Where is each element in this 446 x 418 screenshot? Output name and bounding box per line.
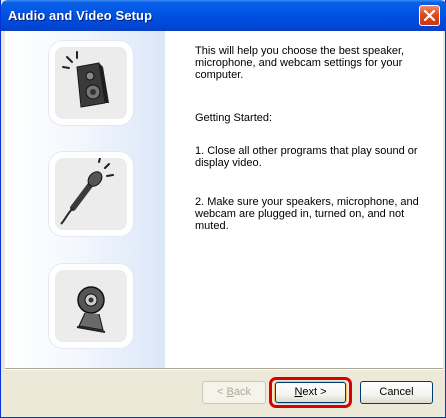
step-2-text: 2. Make sure your speakers, microphone, … [195, 196, 419, 232]
speaker-icon [62, 51, 109, 108]
title-bar[interactable]: Audio and Video Setup [1, 0, 446, 31]
back-button[interactable]: < Back [202, 381, 266, 404]
illustration-panel [5, 31, 165, 368]
step-1-text: 1. Close all other programs that play so… [195, 145, 418, 169]
close-icon [424, 10, 435, 21]
footer-divider [5, 368, 443, 370]
content-area: This will help you choose the best speak… [165, 31, 443, 368]
close-button[interactable] [419, 5, 440, 26]
setup-dialog: Audio and Video Setup This will help you… [0, 0, 446, 418]
intro-text: This will help you choose the best speak… [195, 45, 405, 81]
speaker-tile [49, 41, 133, 125]
next-button-highlight [269, 377, 352, 408]
getting-started-heading: Getting Started: [195, 112, 273, 124]
microphone-tile [49, 152, 133, 236]
webcam-tile [49, 264, 133, 348]
cancel-button[interactable]: Cancel [360, 381, 433, 404]
webcam-icon [76, 286, 106, 333]
window-title: Audio and Video Setup [8, 8, 153, 23]
microphone-icon [60, 157, 114, 225]
